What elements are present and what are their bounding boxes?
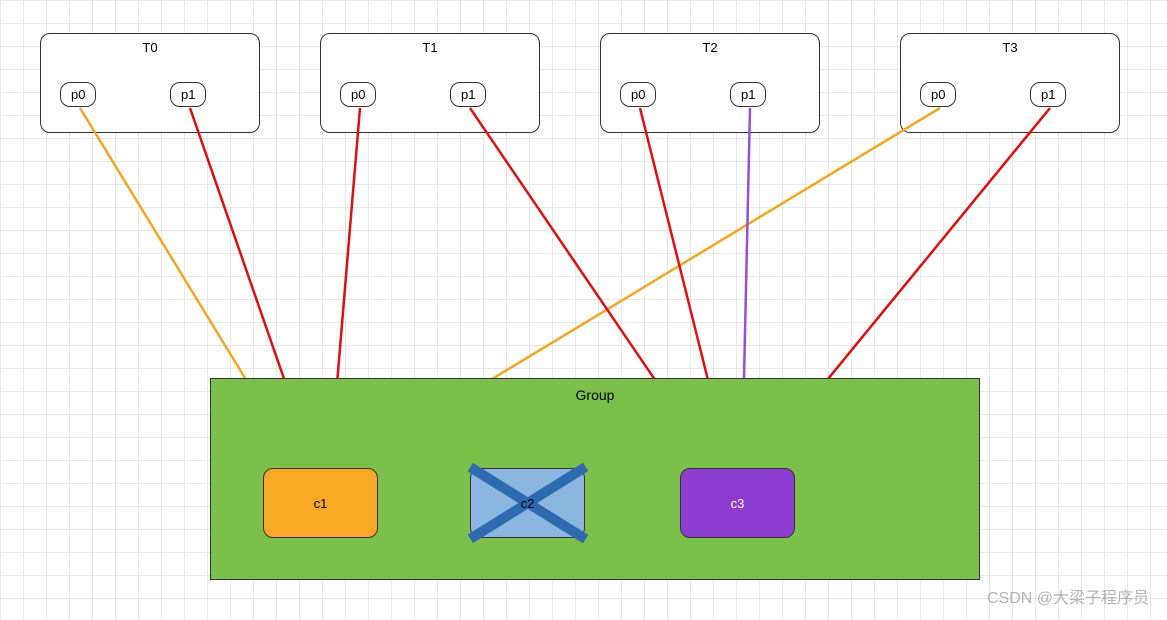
partition-t1-p1: p1 [450,82,486,107]
partition-label: p0 [631,87,645,102]
partition-t2-p0: p0 [620,82,656,107]
partition-label: p1 [461,87,475,102]
topic-label: T2 [702,40,717,55]
partition-t0-p0: p0 [60,82,96,107]
topic-label: T3 [1002,40,1017,55]
partition-label: p0 [71,87,85,102]
partition-label: p1 [741,87,755,102]
partition-t0-p1: p1 [170,82,206,107]
consumer-c3: c3 [680,468,795,538]
partition-t1-p0: p0 [340,82,376,107]
partition-t2-p1: p1 [730,82,766,107]
consumer-label: c3 [731,496,745,511]
partition-label: p1 [181,87,195,102]
topic-label: T0 [142,40,157,55]
consumer-c1: c1 [263,468,378,538]
consumer-label: c2 [521,496,535,511]
consumer-c2: c2 [470,468,585,538]
partition-t3-p1: p1 [1030,82,1066,107]
consumer-label: c1 [314,496,328,511]
topic-label: T1 [422,40,437,55]
group-label: Group [576,387,615,403]
watermark: CSDN @大梁子程序员 [987,584,1149,608]
partition-label: p0 [931,87,945,102]
partition-label: p0 [351,87,365,102]
partition-label: p1 [1041,87,1055,102]
partition-t3-p0: p0 [920,82,956,107]
